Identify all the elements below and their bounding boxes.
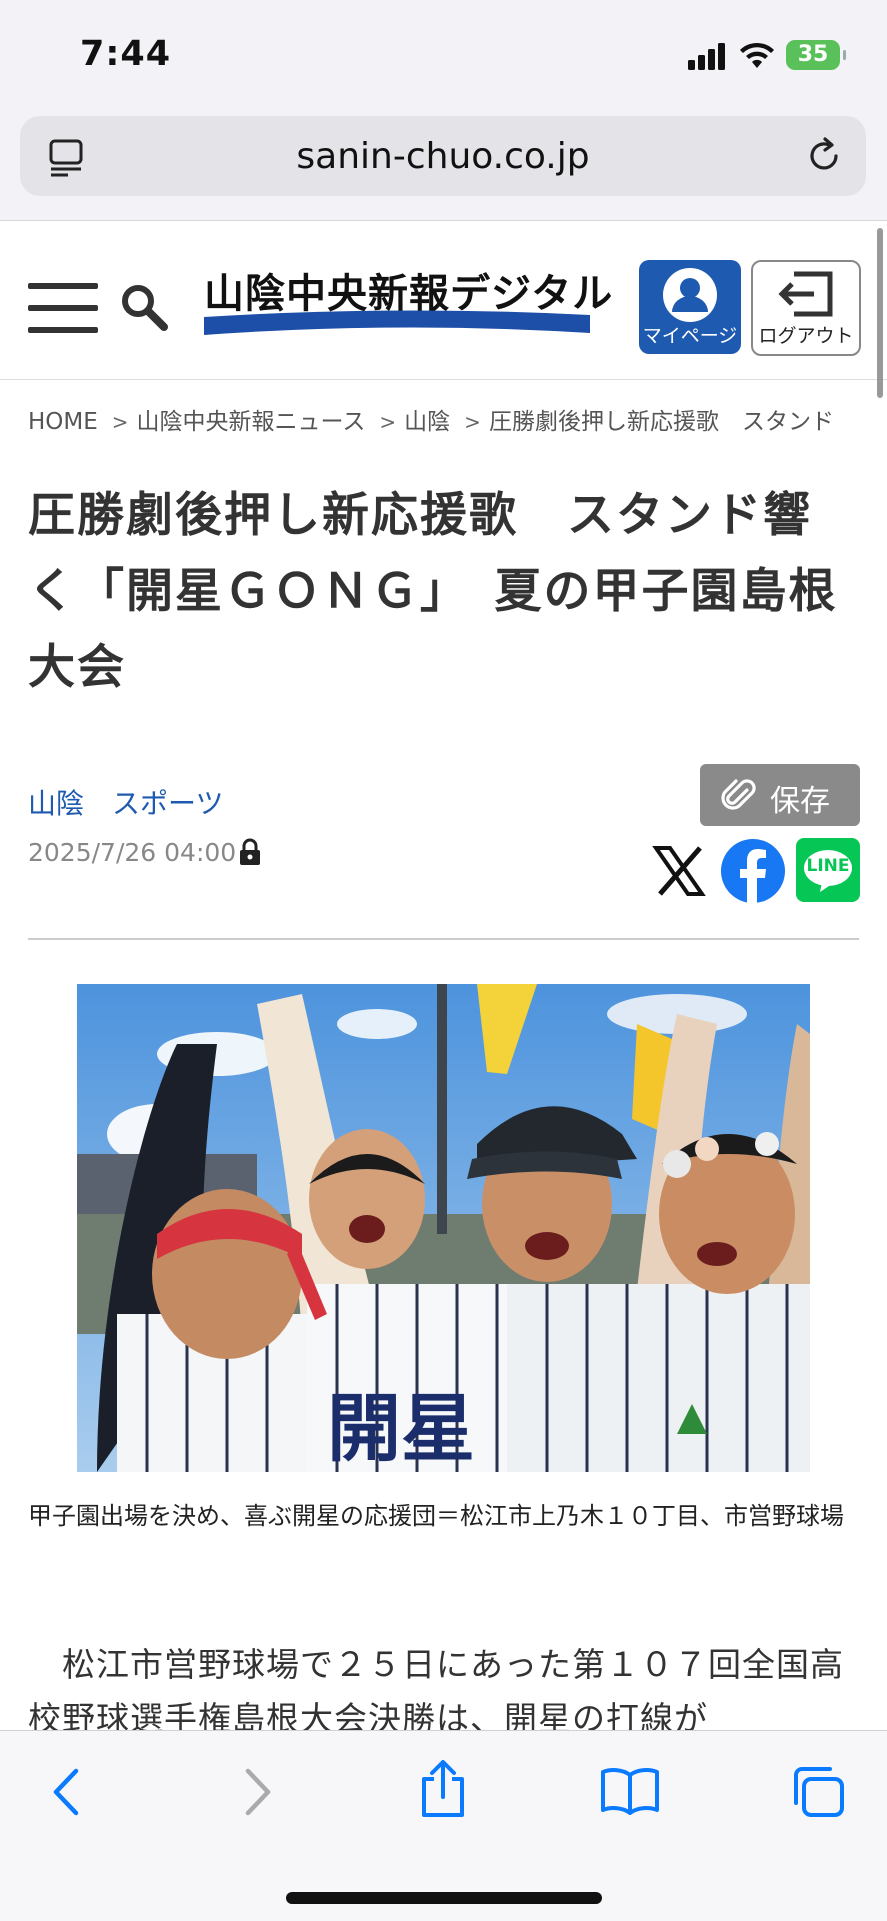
paperclip-icon (721, 779, 756, 810)
logout-icon (778, 271, 833, 317)
logo-swoosh (204, 310, 590, 335)
menu-icon[interactable] (28, 283, 98, 349)
article-photo[interactable]: 開星 (77, 984, 810, 1472)
wifi-icon (740, 42, 774, 68)
share-icon[interactable] (418, 1759, 468, 1819)
forward-icon[interactable] (238, 1767, 278, 1817)
status-bar: 7:44 35 (0, 0, 887, 112)
uniform-text: 開星 (327, 1386, 475, 1472)
back-icon[interactable] (46, 1767, 86, 1817)
address-bar[interactable]: sanin-chuo.co.jp (20, 116, 866, 196)
divider (28, 938, 859, 940)
logout-button[interactable]: ログアウト (751, 260, 861, 356)
cellular-signal-icon (688, 43, 725, 70)
category-link[interactable]: 山陰 (28, 787, 84, 820)
save-label: 保存 (770, 784, 830, 819)
browser-address-area: sanin-chuo.co.jp (0, 112, 887, 221)
facebook-share-icon[interactable] (720, 838, 786, 904)
line-share-icon[interactable]: LINE (796, 838, 860, 902)
scroll-indicator (877, 228, 883, 398)
breadcrumb: HOME > 山陰中央新報ニュース > 山陰 > 圧勝劇後押し新応援歌 スタンド (28, 409, 834, 435)
url-text[interactable]: sanin-chuo.co.jp (20, 136, 866, 177)
site-logo[interactable]: 山陰中央新報デジタル (204, 265, 612, 335)
photo-caption: 甲子園出場を決め、喜ぶ開星の応援団＝松江市上乃木１０丁目、市営野球場 (28, 1502, 844, 1530)
photo-illustration: 開星 (77, 984, 810, 1472)
breadcrumb-sanin[interactable]: 山陰 (404, 409, 450, 435)
site-header: 山陰中央新報デジタル マイページ ログアウト (0, 221, 887, 380)
article-categories: 山陰 スポーツ (28, 782, 251, 822)
battery-indicator: 35 (786, 40, 846, 70)
bookmarks-icon[interactable] (600, 1765, 660, 1815)
mypage-label: マイページ (642, 325, 738, 347)
breadcrumb-home[interactable]: HOME (28, 409, 98, 435)
reload-icon[interactable] (804, 136, 844, 176)
x-share-icon[interactable] (652, 838, 706, 902)
search-icon[interactable] (118, 281, 170, 333)
article-date: 2025/7/26 04:00 (28, 838, 237, 867)
mypage-button[interactable]: マイページ (639, 260, 741, 354)
save-button[interactable]: 保存 (700, 764, 860, 826)
article-headline: 圧勝劇後押し新応援歌 スタンド響く「開星ＧＯＮＧ」 夏の甲子園島根大会 (28, 488, 838, 695)
status-time: 7:44 (80, 34, 172, 74)
breadcrumb-current: 圧勝劇後押し新応援歌 スタンド (488, 409, 834, 435)
category-link[interactable]: スポーツ (112, 787, 223, 820)
tabs-icon[interactable] (790, 1765, 846, 1819)
home-indicator (286, 1892, 602, 1904)
lock-icon (240, 838, 260, 865)
line-label: LINE (806, 856, 850, 876)
breadcrumb-news[interactable]: 山陰中央新報ニュース (137, 409, 366, 435)
user-icon (663, 268, 717, 322)
logout-label: ログアウト (758, 325, 854, 347)
